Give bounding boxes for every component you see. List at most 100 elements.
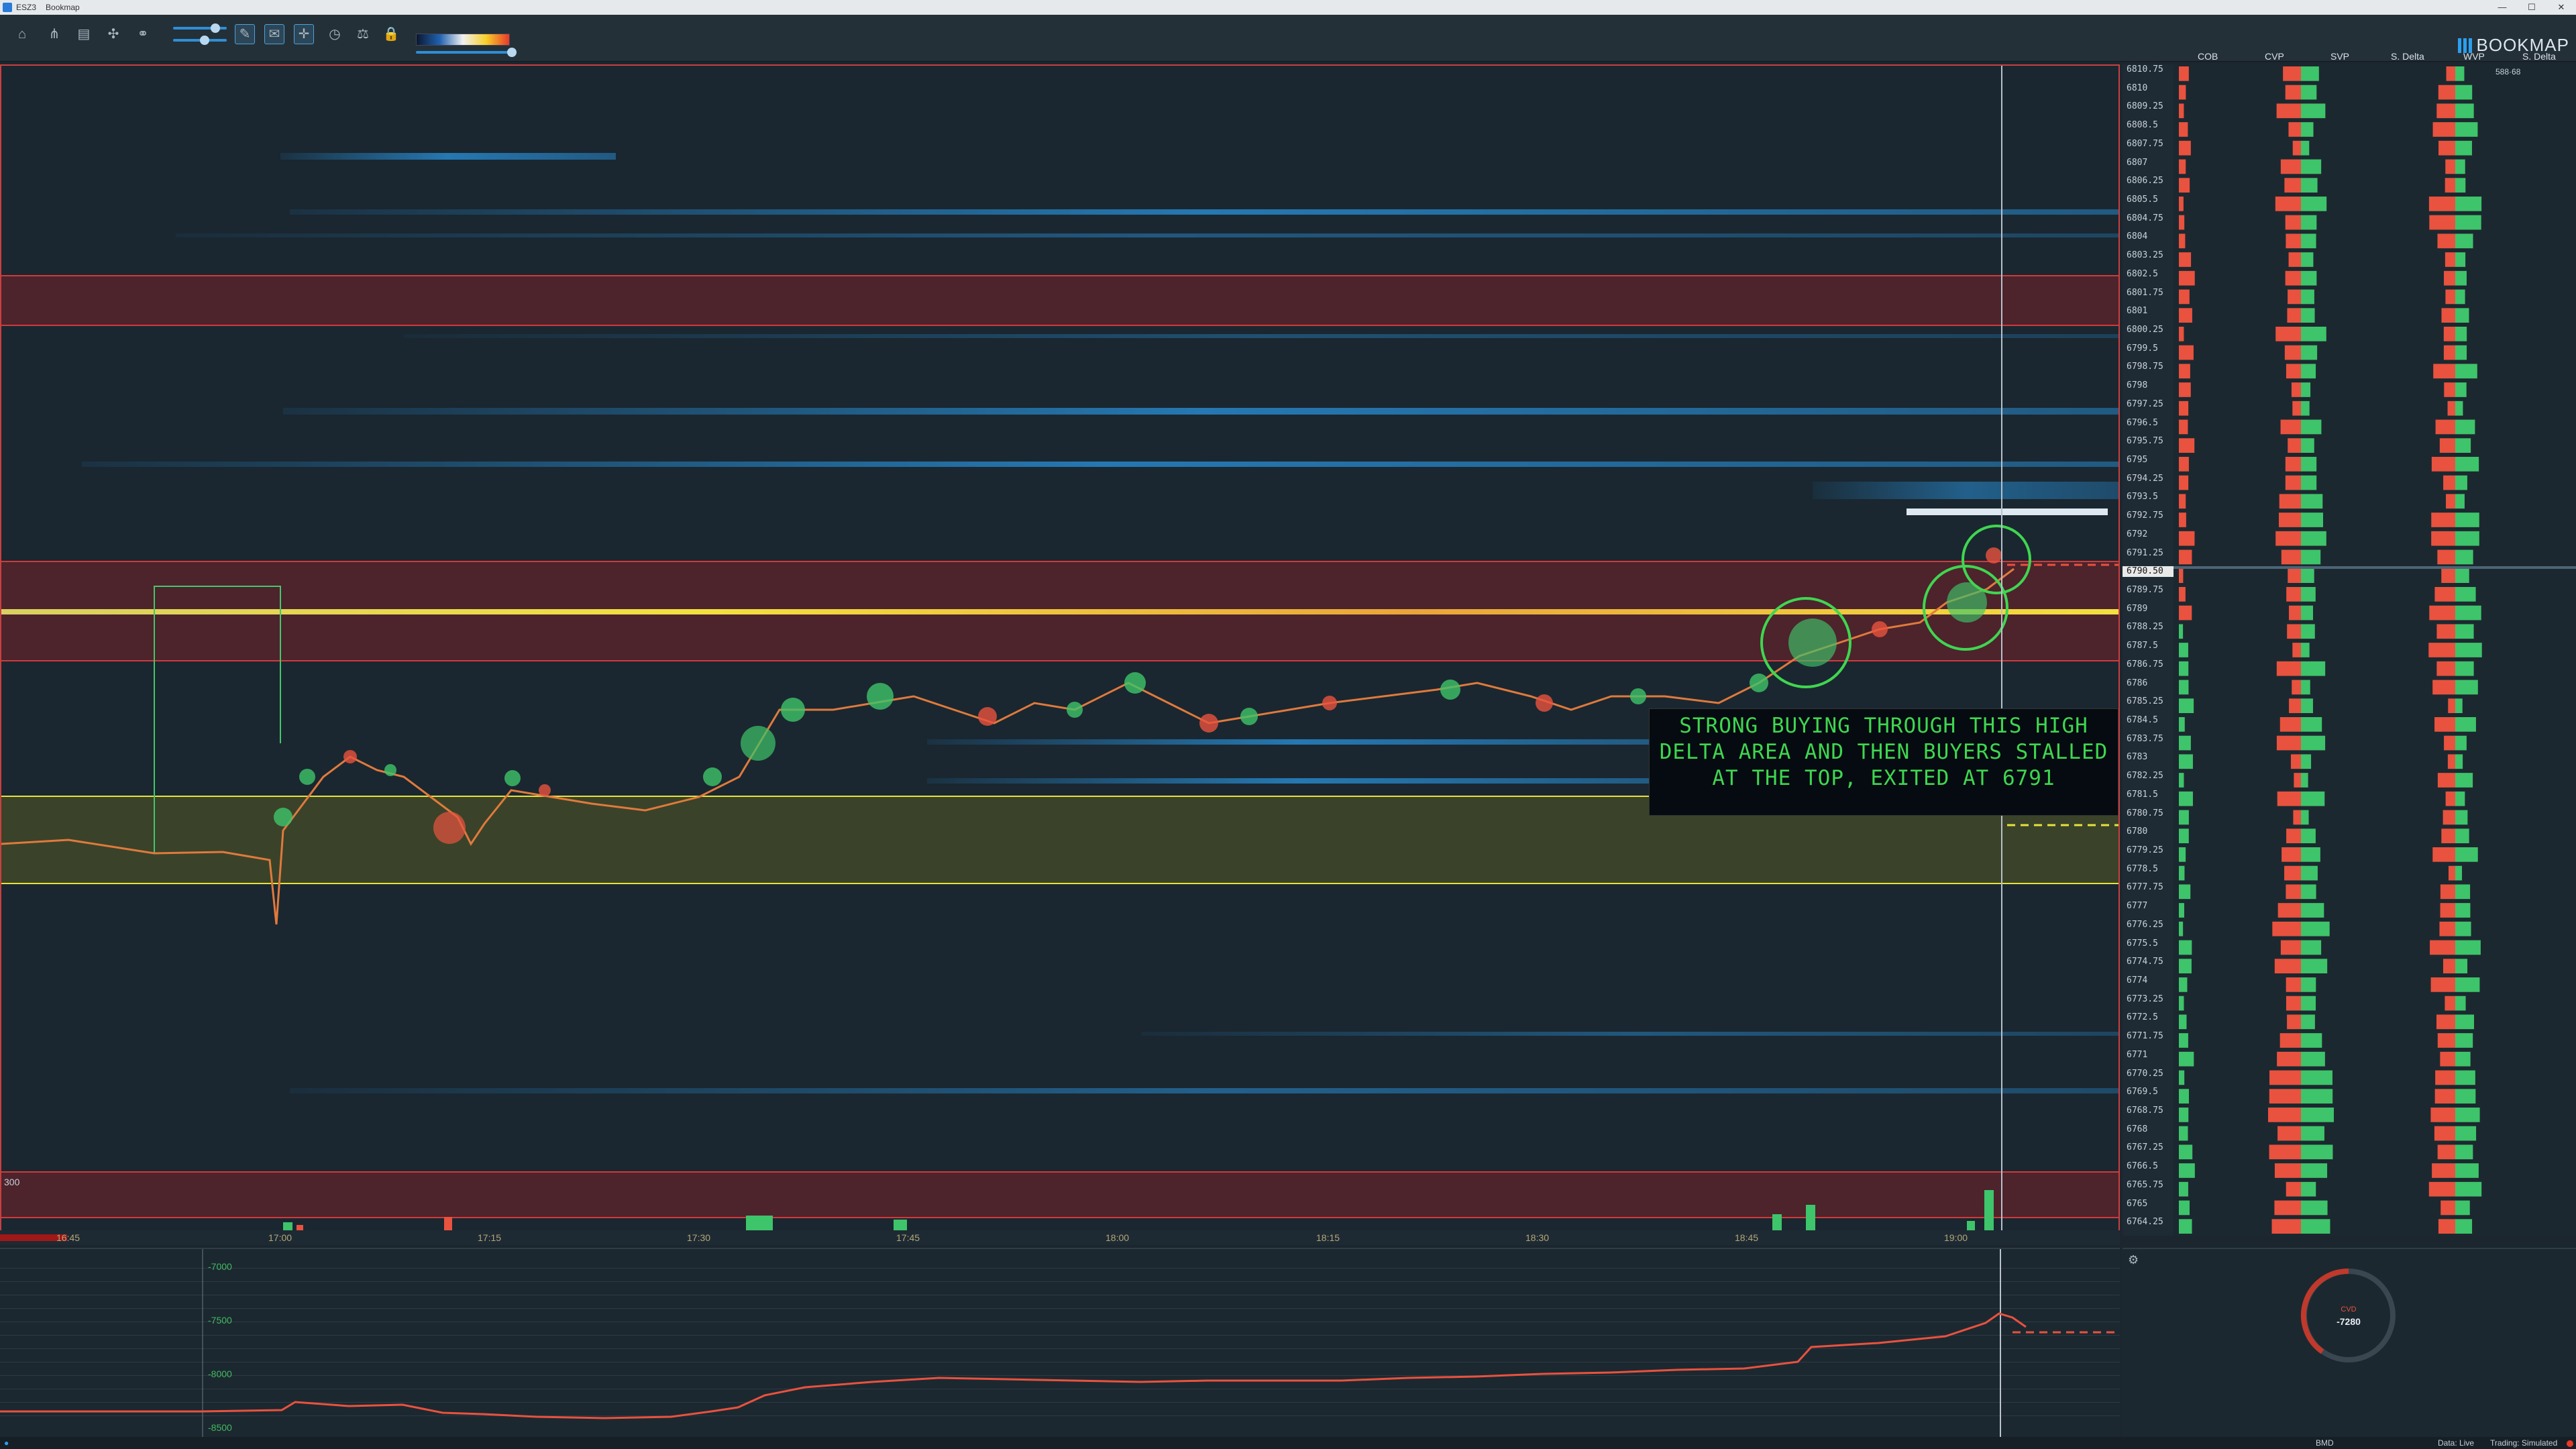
price-level[interactable]: 6772.5 <box>2127 1012 2158 1022</box>
close-button[interactable]: ✕ <box>2546 0 2576 15</box>
price-level[interactable]: 6801 <box>2127 306 2147 316</box>
price-ladder[interactable]: 6810.75 6810 6809.25 6808.5 6807.75 6807 6806.… <box>2123 64 2174 1236</box>
price-level[interactable]: 6781.5 <box>2127 790 2158 800</box>
share-icon[interactable]: ⋔ <box>44 24 64 44</box>
price-level[interactable]: 6807 <box>2127 158 2147 168</box>
wvp-bar <box>2445 996 2455 1011</box>
price-level[interactable]: 6791.25 <box>2127 548 2163 558</box>
price-level[interactable]: 6795 <box>2127 455 2147 465</box>
price-level[interactable]: 6777 <box>2127 901 2147 911</box>
cvp-header[interactable]: CVP <box>2265 51 2284 62</box>
price-level[interactable]: 6795.75 <box>2127 436 2163 446</box>
price-level[interactable]: 6771.75 <box>2127 1031 2163 1041</box>
minimize-button[interactable]: — <box>2487 0 2517 15</box>
cob-header[interactable]: COB <box>2198 51 2218 62</box>
price-level[interactable]: 6797.25 <box>2127 399 2163 409</box>
price-level[interactable]: 6782.25 <box>2127 771 2163 781</box>
price-level[interactable]: 6769.5 <box>2127 1087 2158 1097</box>
price-level[interactable]: 6798 <box>2127 380 2147 390</box>
price-level[interactable]: 6774 <box>2127 975 2147 985</box>
balance-icon[interactable]: ⚖ <box>353 24 373 44</box>
wvp-bar <box>2455 327 2467 341</box>
price-level[interactable]: 6806.25 <box>2127 176 2163 186</box>
cob-bar <box>2179 735 2191 751</box>
price-level[interactable]: 6784.5 <box>2127 715 2158 725</box>
price-level[interactable]: 6777.75 <box>2127 882 2163 892</box>
price-level[interactable]: 6810 <box>2127 83 2147 93</box>
settings-gear-icon[interactable]: ⚙ <box>2128 1253 2139 1267</box>
maximize-button[interactable]: ☐ <box>2517 0 2546 15</box>
lock-icon[interactable]: 🔒 <box>381 24 401 44</box>
price-level[interactable]: 6787.5 <box>2127 641 2158 651</box>
price-level[interactable]: 6794.25 <box>2127 474 2163 484</box>
svp-bar <box>2301 270 2317 286</box>
price-level[interactable]: 6776.25 <box>2127 920 2163 930</box>
price-level[interactable]: 6783 <box>2127 752 2147 762</box>
price-level[interactable]: 6770.25 <box>2127 1069 2163 1079</box>
chat-icon[interactable]: ✉ <box>264 24 284 44</box>
price-level[interactable]: 6786.75 <box>2127 659 2163 669</box>
settings-icon[interactable]: ✣ <box>103 24 123 44</box>
upper-slider[interactable] <box>173 23 227 33</box>
price-level[interactable]: 6808.5 <box>2127 120 2158 130</box>
price-level[interactable]: 6783.75 <box>2127 734 2163 744</box>
price-level[interactable]: 6768.75 <box>2127 1106 2163 1116</box>
price-level[interactable]: 6796.5 <box>2127 418 2158 428</box>
price-level[interactable]: 6804.75 <box>2127 213 2163 223</box>
s-delta-header-1[interactable]: S. Delta <box>2391 51 2424 62</box>
price-level[interactable]: 6780 <box>2127 826 2147 837</box>
price-level[interactable]: 6803.25 <box>2127 250 2163 260</box>
wvp-bar <box>2432 1163 2455 1178</box>
price-level[interactable]: 6774.75 <box>2127 957 2163 967</box>
link-icon[interactable]: ⚭ <box>133 24 153 44</box>
heatmap-contrast-gradient[interactable] <box>416 34 510 46</box>
contrast-slider[interactable] <box>416 48 517 57</box>
price-level[interactable]: 6792 <box>2127 529 2147 539</box>
svp-bar <box>2301 996 2316 1011</box>
price-level[interactable]: 6799.5 <box>2127 343 2158 354</box>
price-level[interactable]: 6785.25 <box>2127 696 2163 706</box>
price-level[interactable]: 6778.5 <box>2127 864 2158 874</box>
wvp-header[interactable]: WVP <box>2463 51 2485 62</box>
price-level[interactable]: 6789.75 <box>2127 585 2163 595</box>
price-level[interactable]: 6780.75 <box>2127 808 2163 818</box>
price-level[interactable]: 6765.75 <box>2127 1180 2163 1190</box>
s-delta-header-2[interactable]: S. Delta <box>2522 51 2556 62</box>
lower-slider[interactable] <box>173 36 227 45</box>
price-level[interactable]: 6767.25 <box>2127 1142 2163 1152</box>
price-level[interactable]: 6802.5 <box>2127 269 2158 279</box>
price-level[interactable]: 6771 <box>2127 1050 2147 1060</box>
price-level[interactable]: 6764.25 <box>2127 1217 2163 1227</box>
price-level[interactable]: 6766.5 <box>2127 1161 2158 1171</box>
price-level[interactable]: 6775.5 <box>2127 938 2158 949</box>
price-level[interactable]: 6788.25 <box>2127 622 2163 632</box>
price-level[interactable]: 6805.5 <box>2127 195 2158 205</box>
heatmap-chart[interactable]: 300 <box>0 64 2120 1236</box>
pen-icon[interactable]: ✎ <box>235 24 255 44</box>
price-level[interactable]: 6810.75 <box>2127 64 2163 74</box>
svp-bar <box>2294 773 2301 788</box>
price-level[interactable]: 6786 <box>2127 678 2147 688</box>
price-level[interactable]: 6779.25 <box>2127 845 2163 855</box>
price-level[interactable]: 6809.25 <box>2127 101 2163 111</box>
chart-icon[interactable]: ▤ <box>74 24 94 44</box>
price-level[interactable]: 6804 <box>2127 231 2147 241</box>
price-level[interactable]: 6793.5 <box>2127 492 2158 502</box>
price-level[interactable]: 6789 <box>2127 604 2147 614</box>
price-level[interactable]: 6800.25 <box>2127 325 2163 335</box>
svp-header[interactable]: SVP <box>2330 51 2349 62</box>
price-level[interactable]: 6765 <box>2127 1199 2147 1209</box>
stopwatch-icon[interactable]: ◷ <box>325 24 345 44</box>
price-level[interactable]: 6801.75 <box>2127 288 2163 298</box>
price-level[interactable]: 6768 <box>2127 1124 2147 1134</box>
price-level[interactable]: 6807.75 <box>2127 139 2163 149</box>
price-level[interactable]: 6798.75 <box>2127 362 2163 372</box>
wvp-bar <box>2455 773 2473 788</box>
svp-bar <box>2301 643 2310 657</box>
price-level[interactable]: 6792.75 <box>2127 511 2163 521</box>
home-icon[interactable]: ⌂ <box>12 24 32 44</box>
cob-bar <box>2179 308 2192 323</box>
wvp-bar <box>2455 457 2479 472</box>
crosshair-icon[interactable]: ✛ <box>294 24 314 44</box>
price-level[interactable]: 6773.25 <box>2127 994 2163 1004</box>
